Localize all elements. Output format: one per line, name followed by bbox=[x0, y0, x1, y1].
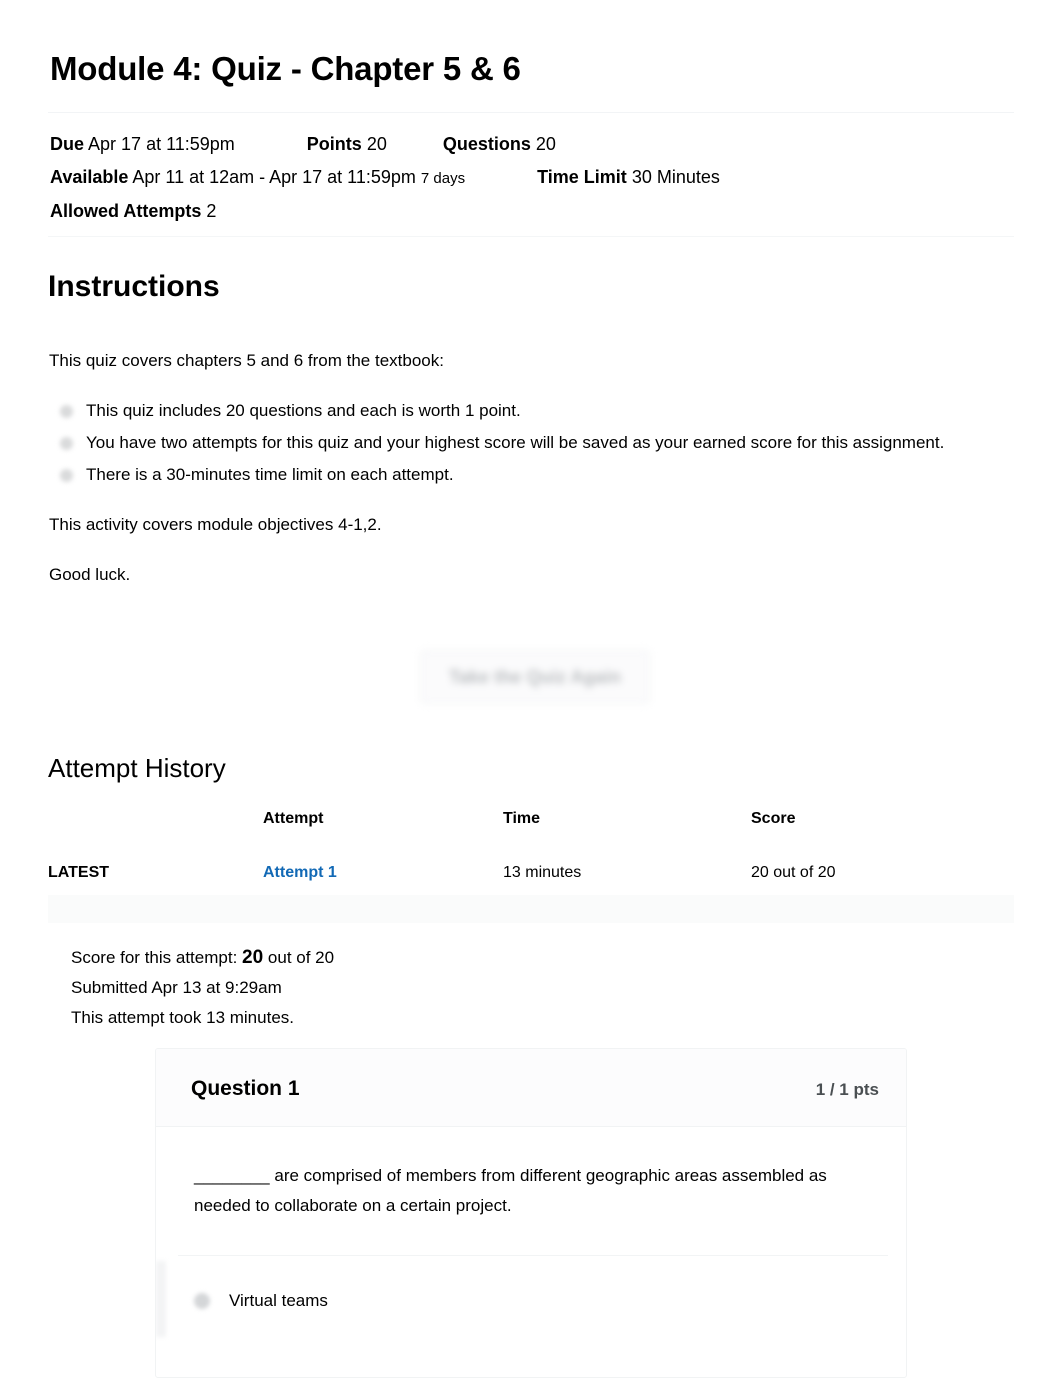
available-label: Available bbox=[50, 167, 129, 187]
attempt-time-cell: 13 minutes bbox=[503, 864, 582, 881]
attempt-history-body: LATEST Attempt 1 13 minutes 20 out of 20 bbox=[48, 850, 1014, 896]
instructions-heading: Instructions bbox=[48, 270, 220, 303]
list-item: You have two attempts for this quiz and … bbox=[60, 428, 999, 458]
quiz-meta-row-3: Allowed Attempts 2 bbox=[50, 195, 1010, 228]
question-container: Question 1 1 / 1 pts ________ are compri… bbox=[155, 1048, 907, 1378]
time-limit-label: Time Limit bbox=[537, 167, 627, 187]
attempt-link-cell: Attempt 1 bbox=[263, 850, 503, 896]
column-header-score: Score bbox=[751, 810, 796, 827]
header-divider-bottom bbox=[48, 236, 1014, 237]
attempt-score-value: 20 bbox=[242, 947, 264, 968]
page-title: Module 4: Quiz - Chapter 5 & 6 bbox=[50, 50, 521, 87]
instructions-closing: Good luck. bbox=[49, 565, 131, 584]
available-duration: 7 days bbox=[420, 170, 466, 187]
points-label: Points bbox=[306, 134, 362, 154]
due-label: Due bbox=[50, 134, 85, 154]
attempt-submitted-line: Submitted Apr 13 at 9:29am bbox=[71, 978, 282, 997]
attempt-history-head: Attempt Time Score bbox=[48, 810, 1014, 850]
allowed-attempts-value: 2 bbox=[206, 201, 217, 221]
column-header-time: Time bbox=[503, 810, 541, 827]
instructions-objectives: This activity covers module objectives 4… bbox=[49, 515, 382, 534]
table-row: LATEST Attempt 1 13 minutes 20 out of 20 bbox=[48, 850, 1014, 896]
attempt-score-line: Score for this attempt: 20 out of 20 bbox=[71, 943, 334, 973]
questions-label: Questions bbox=[442, 134, 531, 154]
question-divider bbox=[178, 1255, 888, 1256]
header-divider-top bbox=[48, 112, 1014, 113]
table-header-row: Attempt Time Score bbox=[48, 810, 1014, 850]
question-title: Question 1 bbox=[191, 1077, 300, 1100]
bullet-icon bbox=[60, 469, 73, 482]
column-header-attempt: Attempt bbox=[263, 810, 324, 827]
take-quiz-again-button[interactable]: Take the Quiz Again bbox=[420, 650, 650, 704]
quiz-meta-row-2: Available Apr 11 at 12am - Apr 17 at 11:… bbox=[50, 161, 1010, 195]
answer-option-label: Virtual teams bbox=[229, 1291, 328, 1310]
allowed-attempts-label: Allowed Attempts bbox=[50, 201, 202, 221]
bullet-icon bbox=[60, 437, 73, 450]
question-text: ________ are comprised of members from d… bbox=[194, 1166, 827, 1215]
list-item-label: This quiz includes 20 questions and each… bbox=[86, 401, 521, 420]
answer-selected-indicator bbox=[156, 1261, 166, 1337]
due-value: Apr 17 at 11:59pm bbox=[88, 134, 235, 154]
quiz-results-page: Module 4: Quiz - Chapter 5 & 6 Due Apr 1… bbox=[0, 0, 1062, 1378]
radio-button-icon[interactable] bbox=[194, 1293, 210, 1309]
instructions-body: This quiz covers chapters 5 and 6 from t… bbox=[49, 346, 999, 610]
attempt-score-suffix: out of 20 bbox=[267, 948, 335, 967]
attempt-1-link[interactable]: Attempt 1 bbox=[263, 864, 337, 881]
attempt-latest-badge-cell: LATEST bbox=[48, 850, 263, 896]
attempt-score-prefix: Score for this attempt: bbox=[71, 948, 238, 967]
quiz-meta: Due Apr 17 at 11:59pm Points 20 Questions … bbox=[50, 128, 1010, 228]
list-item-label: There is a 30-minutes time limit on each… bbox=[86, 465, 454, 484]
status-badge: LATEST bbox=[48, 864, 110, 881]
column-header-blank bbox=[48, 810, 263, 850]
question-points: 1 / 1 pts bbox=[815, 1080, 879, 1099]
instructions-bullet-list: This quiz includes 20 questions and each… bbox=[49, 396, 999, 490]
questions-value: 20 bbox=[535, 134, 556, 154]
attempt-history-heading: Attempt History bbox=[48, 753, 226, 783]
list-item: This quiz includes 20 questions and each… bbox=[60, 396, 999, 426]
list-item: There is a 30-minutes time limit on each… bbox=[60, 460, 999, 490]
list-item-label: You have two attempts for this quiz and … bbox=[86, 433, 945, 452]
instructions-intro: This quiz covers chapters 5 and 6 from t… bbox=[49, 351, 444, 370]
bullet-icon bbox=[60, 405, 73, 418]
attempt-duration-line: This attempt took 13 minutes. bbox=[71, 1008, 294, 1027]
attempt-score-cell: 20 out of 20 bbox=[751, 864, 836, 881]
attempt-summary: Score for this attempt: 20 out of 20 Sub… bbox=[71, 943, 334, 1033]
time-limit-value: 30 Minutes bbox=[631, 167, 720, 187]
quiz-meta-row-1: Due Apr 17 at 11:59pm Points 20 Questions … bbox=[50, 128, 1010, 161]
question-header: Question 1 1 / 1 pts bbox=[156, 1049, 906, 1127]
take-quiz-again-wrapper: Take the Quiz Again bbox=[410, 640, 660, 714]
available-value: Apr 11 at 12am - Apr 17 at 11:59pm bbox=[132, 167, 416, 187]
points-value: 20 bbox=[366, 134, 387, 154]
attempt-history-table: Attempt Time Score LATEST Attempt 1 13 m… bbox=[48, 810, 1014, 896]
attempt-history-row-band bbox=[48, 895, 1014, 923]
answer-option[interactable]: Virtual teams bbox=[194, 1271, 874, 1331]
